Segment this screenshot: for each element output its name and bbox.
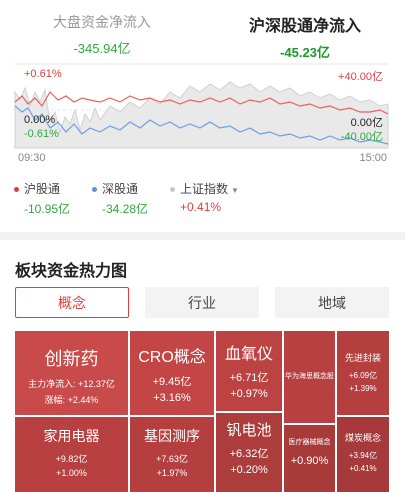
segment-region[interactable]: 地域	[275, 287, 389, 318]
legend-sz-connect[interactable]: 深股通	[92, 180, 138, 197]
heat-cell-inflow: +9.45亿	[152, 376, 192, 388]
heat-cell-name: CRO概念	[138, 349, 206, 366]
heat-cell-name: 钒电池	[226, 422, 272, 439]
heat-cell-coal[interactable]: 煤炭概念 +3.94亿 +0.41%	[337, 417, 389, 492]
heat-cell-change: +1.97%	[156, 468, 188, 478]
heat-cell-name: 创新药	[44, 349, 99, 369]
heat-cell-inflow: 主力净流入: +12.37亿	[28, 379, 115, 389]
heat-cell-advanced-packaging[interactable]: 先进封装 +6.09亿 +1.39%	[337, 331, 389, 415]
legend-sse-index[interactable]: 上证指数 ▼	[170, 180, 239, 197]
segment-industry[interactable]: 行业	[145, 287, 259, 318]
heat-cell-name: 家用电器	[43, 428, 100, 444]
heat-cell-change: +1.39%	[349, 384, 377, 393]
tab-market-inflow[interactable]: 大盘资金净流入 -345.94亿	[2, 12, 202, 57]
intraday-flow-chart: +0.61% 0.00% -0.61% +40.00亿 0.00亿 -40.00…	[0, 62, 405, 172]
tab-market-title: 大盘资金净流入	[53, 14, 151, 30]
flow-tabs: 大盘资金净流入 -345.94亿 沪深股通净流入 -45.23亿	[0, 0, 405, 60]
heat-cell-medical-devices[interactable]: 医疗器械概念 +0.90%	[284, 425, 335, 492]
heat-cell-inflow: +6.32亿	[229, 448, 269, 460]
heat-cell-oximeter[interactable]: 血氧仪 +6.71亿 +0.97%	[216, 331, 282, 411]
legend-dot-icon	[92, 187, 97, 193]
left-axis-mid: 0.00%	[24, 114, 56, 126]
time-start: 09:30	[18, 152, 46, 164]
heat-cell-name: 华为海思概念股	[285, 373, 334, 380]
heat-cell-vanadium-battery[interactable]: 钒电池 +6.32亿 +0.20%	[216, 413, 282, 492]
legend-index-value: +0.41%	[180, 200, 222, 214]
heat-cell-inflow: +9.82亿	[55, 454, 88, 464]
legend-sz-value: -34.28亿	[102, 202, 149, 216]
legend-sh-value: -10.95亿	[24, 202, 71, 216]
heat-cell-innovative-drugs[interactable]: 创新药 主力净流入: +12.37亿 涨幅: +2.44%	[15, 331, 128, 415]
chart-legend: 沪股通 -10.95亿 深股通 -34.28亿 上证指数 ▼ +0.41%	[0, 180, 405, 220]
left-axis-bottom: -0.61%	[24, 128, 59, 140]
heat-cell-cro[interactable]: CRO概念 +9.45亿 +3.16%	[130, 331, 214, 415]
legend-index-label: 上证指数	[180, 182, 229, 196]
legend-sz-label: 深股通	[102, 182, 139, 196]
heat-cell-name: 先进封装	[344, 353, 381, 363]
heat-cell-inflow: +6.71亿	[229, 372, 269, 384]
heat-cell-inflow: +3.94亿	[348, 451, 378, 460]
time-end: 15:00	[359, 152, 387, 164]
heat-cell-change: +3.16%	[153, 392, 191, 404]
heat-cell-huawei-hisilicon[interactable]: 华为海思概念股	[284, 331, 335, 423]
tab-market-value: -345.94亿	[73, 41, 131, 56]
segment-concept[interactable]: 概念	[15, 287, 129, 318]
index-area	[14, 81, 389, 149]
dropdown-caret-icon: ▼	[231, 186, 239, 195]
heat-cell-name: 煤炭概念	[344, 433, 381, 443]
tab-hk-connect-inflow[interactable]: 沪深股通净流入 -45.23亿	[205, 12, 405, 61]
heatmap-title: 板块资金热力图	[15, 263, 128, 280]
heat-cell-name: 医疗器械概念	[288, 439, 331, 446]
heat-cell-change: 涨幅: +2.44%	[44, 395, 99, 405]
heat-cell-change: +0.97%	[230, 388, 268, 400]
heat-cell-inflow: +7.63亿	[156, 454, 188, 464]
legend-sh-connect[interactable]: 沪股通	[14, 180, 60, 197]
heat-cell-change: +0.20%	[230, 464, 268, 476]
legend-dot-icon	[170, 187, 175, 193]
right-axis-top: +40.00亿	[338, 71, 383, 83]
heat-cell-name: 基因测序	[144, 428, 200, 444]
right-axis-bottom: -40.00亿	[340, 131, 383, 143]
legend-sh-label: 沪股通	[24, 182, 61, 196]
tab-hk-connect-value: -45.23亿	[280, 45, 330, 60]
heat-cell-inflow: +6.09亿	[348, 371, 378, 380]
legend-dot-icon	[14, 187, 19, 193]
heat-cell-change: +0.90%	[290, 455, 329, 467]
left-axis-top: +0.61%	[24, 68, 62, 80]
heat-cell-home-appliances[interactable]: 家用电器 +9.82亿 +1.00%	[15, 417, 128, 492]
section-divider	[0, 232, 405, 240]
heat-cell-change: +0.41%	[349, 464, 377, 473]
heat-cell-gene-sequencing[interactable]: 基因测序 +7.63亿 +1.97%	[130, 417, 214, 492]
tab-hk-connect-title: 沪深股通净流入	[248, 18, 361, 35]
heat-cell-name: 血氧仪	[224, 346, 273, 363]
heat-cell-change: +1.00%	[56, 468, 87, 478]
